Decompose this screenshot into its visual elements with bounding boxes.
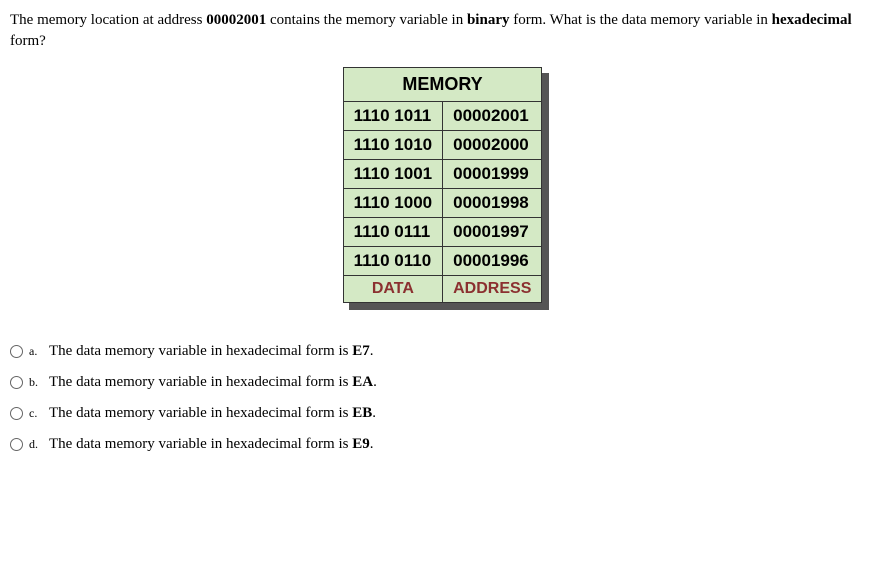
memory-footer-address: ADDRESS: [443, 276, 542, 303]
memory-address-cell: 00001999: [443, 160, 542, 189]
question-text: The memory location at address 00002001 …: [10, 10, 875, 52]
memory-address-cell: 00001997: [443, 218, 542, 247]
memory-address-cell: 00001996: [443, 247, 542, 276]
memory-data-cell: 1110 1001: [343, 160, 442, 189]
memory-data-cell: 1110 1000: [343, 189, 442, 218]
option-letter: c.: [29, 406, 43, 421]
answer-options: a. The data memory variable in hexadecim…: [10, 343, 875, 453]
question-part1: The memory location at address: [10, 12, 206, 28]
memory-row: 1110 1001 00001999: [343, 160, 542, 189]
option-a: a. The data memory variable in hexadecim…: [10, 343, 875, 360]
memory-footer-row: DATA ADDRESS: [343, 276, 542, 303]
question-part3: form. What is the data memory variable i…: [509, 12, 771, 28]
memory-data-cell: 1110 0111: [343, 218, 442, 247]
table-shadow: [542, 73, 549, 310]
table-shadow: [349, 303, 550, 310]
memory-row: 1110 1011 00002001: [343, 102, 542, 131]
option-c: c. The data memory variable in hexadecim…: [10, 405, 875, 422]
memory-address-cell: 00001998: [443, 189, 542, 218]
radio-c[interactable]: [10, 407, 23, 420]
option-b: b. The data memory variable in hexadecim…: [10, 374, 875, 391]
memory-row: 1110 0110 00001996: [343, 247, 542, 276]
memory-address-cell: 00002000: [443, 131, 542, 160]
option-text: The data memory variable in hexadecimal …: [49, 343, 373, 360]
option-letter: d.: [29, 437, 43, 452]
memory-data-cell: 1110 1011: [343, 102, 442, 131]
radio-a[interactable]: [10, 345, 23, 358]
question-address: 00002001: [206, 12, 266, 28]
question-form1: binary: [467, 12, 510, 28]
question-form2: hexadecimal: [772, 12, 852, 28]
option-text: The data memory variable in hexadecimal …: [49, 436, 373, 453]
radio-d[interactable]: [10, 438, 23, 451]
option-text: The data memory variable in hexadecimal …: [49, 374, 377, 391]
memory-title: MEMORY: [343, 68, 542, 102]
option-letter: a.: [29, 344, 43, 359]
memory-row: 1110 0111 00001997: [343, 218, 542, 247]
question-part2: contains the memory variable in: [266, 12, 467, 28]
memory-data-cell: 1110 1010: [343, 131, 442, 160]
memory-table: MEMORY 1110 1011 00002001 1110 1010 0000…: [343, 67, 543, 303]
memory-row: 1110 1000 00001998: [343, 189, 542, 218]
option-letter: b.: [29, 375, 43, 390]
memory-footer-data: DATA: [343, 276, 442, 303]
question-part4: form?: [10, 33, 46, 49]
memory-address-cell: 00002001: [443, 102, 542, 131]
radio-b[interactable]: [10, 376, 23, 389]
option-text: The data memory variable in hexadecimal …: [49, 405, 376, 422]
memory-diagram: MEMORY 1110 1011 00002001 1110 1010 0000…: [10, 67, 875, 303]
memory-data-cell: 1110 0110: [343, 247, 442, 276]
option-d: d. The data memory variable in hexadecim…: [10, 436, 875, 453]
memory-row: 1110 1010 00002000: [343, 131, 542, 160]
